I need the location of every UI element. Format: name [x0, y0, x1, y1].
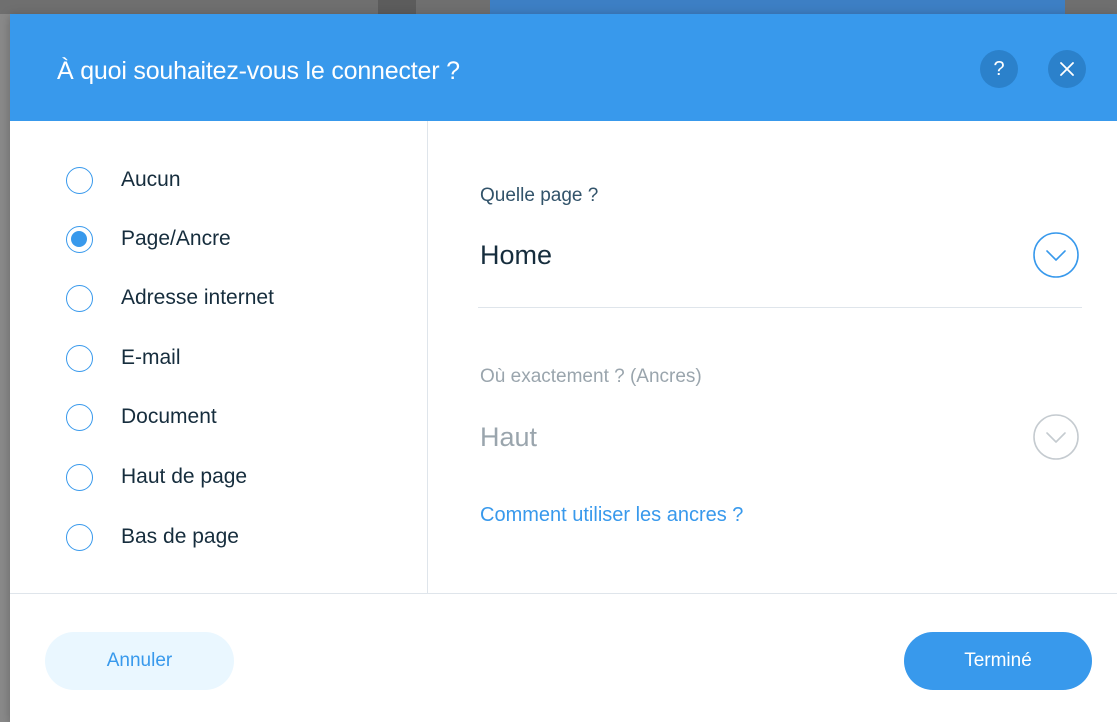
radio-button[interactable]: [66, 284, 93, 312]
close-button[interactable]: [1048, 50, 1086, 88]
anchor-select-value: Haut: [480, 422, 538, 452]
dialog-title: À quoi souhaitez-vous le connecter ?: [57, 57, 460, 85]
link-type-label: Document: [121, 405, 217, 428]
anchor-select-label: Où exactement ? (Ancres): [480, 366, 702, 387]
link-type-option-top-of-page[interactable]: Haut de page: [66, 460, 247, 494]
background-segment: [490, 0, 1065, 14]
dialog-header: À quoi souhaitez-vous le connecter ? ?: [10, 14, 1117, 121]
link-dialog: À quoi souhaitez-vous le connecter ? ? A…: [10, 14, 1117, 722]
link-type-label: Aucun: [121, 168, 181, 191]
background-window: [0, 0, 1117, 14]
radio-button[interactable]: [66, 344, 93, 372]
link-type-option-aucun[interactable]: Aucun: [66, 163, 181, 197]
link-type-option-page-anchor[interactable]: Page/Ancre: [66, 222, 231, 256]
background-segment: [378, 0, 416, 14]
anchors-help-link[interactable]: Comment utiliser les ancres ?: [480, 504, 743, 527]
link-type-list: Aucun Page/Ancre Adresse internet E-mail…: [10, 121, 428, 593]
link-type-label: Haut de page: [121, 465, 248, 488]
page-select-label: Quelle page ?: [480, 185, 599, 206]
cancel-button[interactable]: Annuler: [45, 632, 234, 690]
radio-button[interactable]: [66, 463, 93, 491]
radio-button[interactable]: [66, 403, 93, 431]
link-type-label: Page/Ancre: [121, 227, 231, 250]
help-icon: ?: [993, 58, 1005, 80]
radio-button-selected[interactable]: [66, 225, 93, 253]
radio-button[interactable]: [66, 523, 93, 551]
divider: [478, 307, 1082, 308]
radio-button[interactable]: [66, 166, 93, 194]
chevron-down-icon[interactable]: [1032, 231, 1080, 279]
dialog-body: Aucun Page/Ancre Adresse internet E-mail…: [10, 121, 1117, 593]
link-type-label: E-mail: [121, 346, 181, 369]
link-type-label: Bas de page: [121, 525, 239, 548]
close-icon: [1060, 62, 1074, 76]
done-button[interactable]: Terminé: [904, 632, 1092, 690]
page-select-value[interactable]: Home: [480, 240, 552, 271]
link-settings-panel: Quelle page ? Home Où exactement ? (Ancr…: [428, 121, 1117, 593]
link-type-option-web-address[interactable]: Adresse internet: [66, 281, 274, 315]
link-type-label: Adresse internet: [121, 286, 274, 309]
link-type-option-bottom-of-page[interactable]: Bas de page: [66, 520, 239, 554]
link-type-option-document[interactable]: Document: [66, 400, 217, 434]
dialog-footer: Annuler Terminé: [10, 593, 1117, 722]
link-type-option-email[interactable]: E-mail: [66, 341, 181, 375]
help-button[interactable]: ?: [980, 50, 1018, 88]
chevron-down-icon: [1033, 414, 1079, 460]
